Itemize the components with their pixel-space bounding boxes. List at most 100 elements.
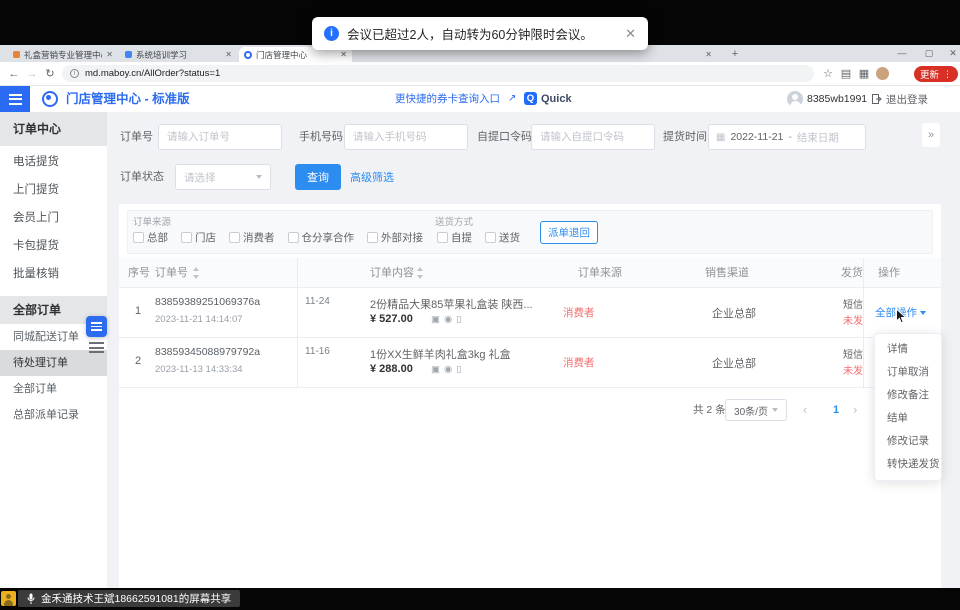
extensions-icon[interactable]: ▦ (856, 62, 872, 86)
pickup-code-input[interactable] (531, 124, 655, 150)
search-button[interactable]: 查询 (295, 164, 341, 190)
checkbox-icon[interactable] (133, 232, 144, 243)
sidebar-item-door-pickup[interactable]: 上门提货 (0, 176, 107, 204)
checkbox-source-consumer[interactable]: 消费者 (229, 230, 275, 245)
checkbox-source-warehouse-share[interactable]: 仓分享合作 (288, 230, 355, 245)
cell-index: 1 (128, 305, 148, 317)
checkbox-icon[interactable] (181, 232, 192, 243)
phone-label: 手机号码 (299, 124, 343, 150)
sidebar-item-member-visit[interactable]: 会员上门 (0, 204, 107, 232)
browser-toolbar: ← → ↻ i md.maboy.cn/AllOrder?status=1 ☆ … (0, 62, 960, 86)
reload-button[interactable]: ↻ (42, 62, 58, 86)
tab-close-icon[interactable]: ✕ (225, 50, 232, 59)
collapse-filter-button[interactable]: » (922, 123, 940, 147)
col-order-no: 订单号 (155, 258, 188, 288)
cell-channel: 企业总部 (712, 305, 756, 321)
quick-logo-icon: Q (524, 92, 537, 105)
logout-label: 退出登录 (886, 92, 928, 107)
message-icon (444, 314, 452, 326)
sidebar-item-card-pickup[interactable]: 卡包提货 (0, 232, 107, 260)
user-avatar[interactable] (787, 91, 803, 107)
menu-kebab-icon[interactable]: ⋮ (943, 69, 952, 80)
sidebar-item-hq-dispatch-log[interactable]: 总部派单记录 (0, 402, 107, 428)
window-close-button[interactable]: ✕ (944, 45, 960, 62)
tab-close-icon[interactable]: ✕ (106, 50, 113, 59)
menu-item-cancel-order[interactable]: 订单取消 (875, 361, 941, 384)
chevron-down-icon (772, 408, 778, 412)
end-date-placeholder: 结束日期 (797, 130, 839, 145)
tab-close-icon[interactable]: ✕ (340, 50, 347, 59)
table-header: 序号 订单号 订单内容 订单来源 销售渠道 发货信息 操作 (119, 258, 941, 288)
favicon (13, 51, 20, 58)
sidebar-section-order-center[interactable]: 订单中心 (0, 112, 107, 146)
logout-button[interactable]: 退出登录 (872, 86, 928, 112)
dispatch-return-button[interactable]: 派单退回 (540, 221, 598, 244)
checkbox-source-store[interactable]: 门店 (181, 230, 216, 245)
menu-item-close-order[interactable]: 结单 (875, 407, 941, 430)
page-number-current[interactable]: 1 (825, 399, 847, 421)
sidebar-item-all-orders[interactable]: 全部订单 (0, 376, 107, 402)
cell-index: 2 (128, 355, 148, 367)
profile-avatar[interactable] (876, 67, 889, 80)
username[interactable]: 8385wb1991 (807, 86, 867, 112)
external-arrow-icon: ↗ (508, 86, 516, 112)
menu-toggle-button[interactable] (0, 86, 30, 112)
checkbox-delivery-self-pickup[interactable]: 自提 (437, 230, 472, 245)
date-range-picker[interactable]: ▦ 2022-11-21 - 结束日期 (708, 124, 866, 150)
window-minimize-button[interactable]: — (893, 45, 911, 62)
menu-item-details[interactable]: 详情 (875, 338, 941, 361)
sidebar-item-batch-verify[interactable]: 批量核销 (0, 260, 107, 288)
checkbox-icon[interactable] (437, 232, 448, 243)
col-channel: 销售渠道 (705, 258, 749, 288)
menu-item-edit-remark[interactable]: 修改备注 (875, 384, 941, 407)
order-no-input[interactable] (158, 124, 282, 150)
screen-share-indicator[interactable]: 金禾通技术王斌18662591081的屏幕共享 (18, 590, 240, 607)
menu-item-to-express[interactable]: 转快递发货 (875, 453, 941, 476)
order-status-select[interactable]: 请选择 (175, 164, 271, 190)
phone-input[interactable] (344, 124, 468, 150)
menu-item-edit-history[interactable]: 修改记录 (875, 430, 941, 453)
quick-entry-link[interactable]: 更快捷的券卡查询入口 (395, 86, 500, 112)
browser-tab-training[interactable]: 系统培训学习 ✕ (120, 47, 237, 62)
advanced-filter-link[interactable]: 高级筛选 (350, 169, 394, 185)
float-menu-icon[interactable] (89, 342, 104, 356)
tab-close-icon[interactable]: ✕ (705, 50, 712, 59)
prev-page-button[interactable]: ‹ (803, 398, 807, 422)
url-text: md.maboy.cn/AllOrder?status=1 (85, 68, 220, 79)
cell-content: 1份XX生鲜羊肉礼盒3kg 礼盒 (370, 346, 560, 362)
next-page-button[interactable]: › (853, 398, 857, 422)
page-size-value: 30条/页 (734, 403, 768, 418)
new-tab-button[interactable]: + (728, 47, 742, 61)
order-icons (431, 314, 462, 326)
site-info-icon[interactable]: i (70, 69, 79, 78)
back-button[interactable]: ← (6, 62, 22, 86)
page-size-select[interactable]: 30条/页 (725, 399, 787, 421)
toast-close-icon[interactable]: ✕ (625, 26, 636, 42)
side-panel-icon[interactable]: ▤ (838, 62, 854, 86)
col-index: 序号 (128, 258, 150, 288)
forward-button[interactable]: → (24, 62, 40, 86)
window-maximize-button[interactable]: ▢ (920, 45, 938, 62)
checkbox-label: 自提 (451, 230, 472, 245)
bookmark-star-icon[interactable]: ☆ (820, 62, 836, 86)
meeting-toast: i 会议已超过2人，自动转为60分钟限时会议。 ✕ (312, 17, 648, 50)
checkbox-source-hq[interactable]: 总部 (133, 230, 168, 245)
checkbox-icon[interactable] (288, 232, 299, 243)
cell-sms-status: 短信 (843, 346, 863, 361)
checkbox-icon[interactable] (367, 232, 378, 243)
address-bar[interactable]: i md.maboy.cn/AllOrder?status=1 (62, 65, 814, 82)
sidebar-item-phone-pickup[interactable]: 电话提货 (0, 148, 107, 176)
checkbox-delivery-ship[interactable]: 送货 (485, 230, 520, 245)
checkbox-icon[interactable] (485, 232, 496, 243)
sort-icon[interactable] (193, 267, 201, 279)
checkbox-source-external[interactable]: 外部对接 (367, 230, 423, 245)
start-date-value: 2022-11-21 (730, 131, 783, 143)
sort-icon[interactable] (417, 267, 425, 279)
checkbox-icon[interactable] (229, 232, 240, 243)
cell-order-time: 2023-11-21 14:14:07 (155, 314, 243, 325)
cell-order-no: 83859389251069376a (155, 296, 260, 308)
browser-tab-gift-admin[interactable]: 礼盒营销专业管理中心 ✕ (8, 47, 118, 62)
order-source-label: 订单来源 (133, 214, 171, 228)
chrome-update-button[interactable]: 更新 ⋮ (914, 66, 958, 82)
float-widget-button[interactable] (86, 316, 107, 337)
